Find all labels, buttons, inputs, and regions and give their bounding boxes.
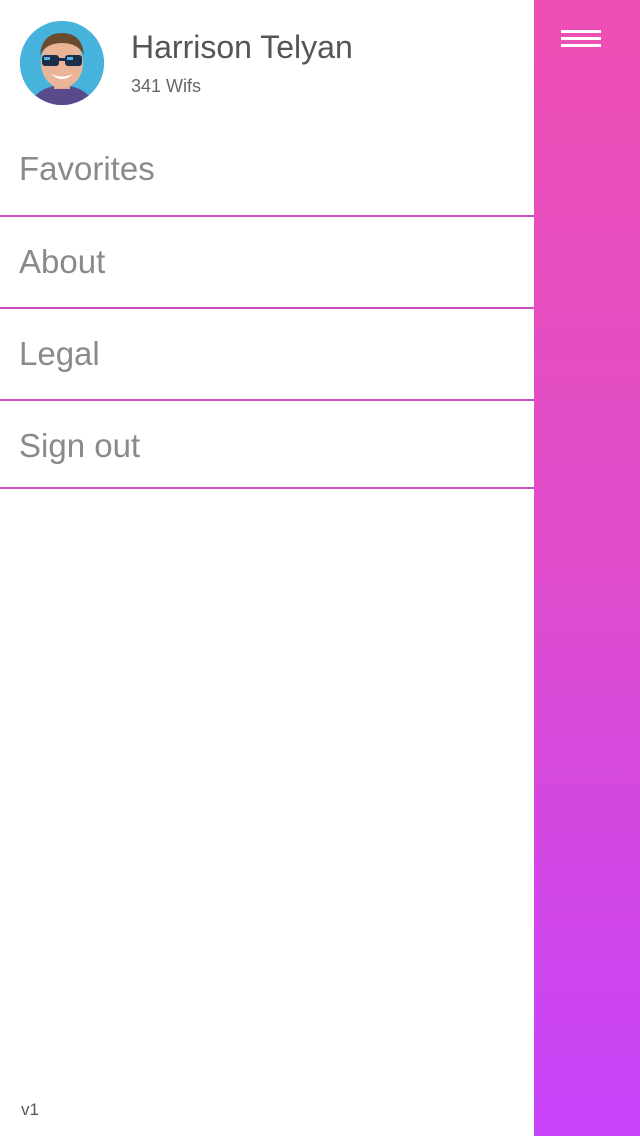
- hamburger-bar: [561, 44, 601, 47]
- hamburger-bar: [561, 30, 601, 33]
- hamburger-menu-icon[interactable]: [561, 30, 601, 54]
- drawer-menu: Favorites About Legal Sign out: [0, 124, 534, 489]
- main-content-panel[interactable]: [534, 0, 640, 1136]
- wif-count: 341 Wifs: [131, 76, 202, 96]
- menu-item-sign-out[interactable]: Sign out: [0, 401, 534, 489]
- hamburger-bar: [561, 37, 601, 40]
- menu-item-label: About: [19, 243, 106, 280]
- menu-item-label: Favorites: [19, 150, 155, 187]
- app-version: v1: [21, 1100, 39, 1119]
- menu-item-label: Sign out: [19, 427, 141, 464]
- menu-item-legal[interactable]: Legal: [0, 309, 534, 401]
- menu-item-label: Legal: [19, 335, 100, 372]
- side-drawer: Harrison Telyan 341 Wifs Favorites About…: [0, 0, 534, 1136]
- app-screen: Harrison Telyan 341 Wifs Favorites About…: [0, 0, 640, 1136]
- profile-header[interactable]: Harrison Telyan 341 Wifs: [20, 21, 520, 105]
- menu-item-favorites[interactable]: Favorites: [0, 124, 534, 217]
- avatar[interactable]: [20, 21, 104, 105]
- user-name: Harrison Telyan: [131, 29, 353, 65]
- menu-item-about[interactable]: About: [0, 217, 534, 309]
- avatar-photo-icon: [20, 21, 104, 105]
